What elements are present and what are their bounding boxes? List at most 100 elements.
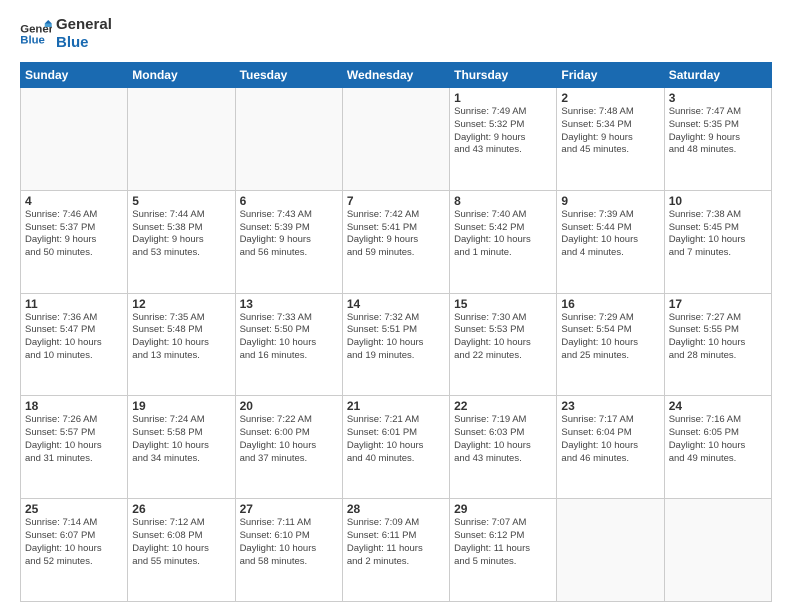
- calendar-cell: 15Sunrise: 7:30 AM Sunset: 5:53 PM Dayli…: [450, 293, 557, 396]
- day-info: Sunrise: 7:17 AM Sunset: 6:04 PM Dayligh…: [561, 414, 659, 465]
- day-number: 20: [240, 399, 338, 413]
- day-number: 3: [669, 91, 767, 105]
- calendar-week-row: 18Sunrise: 7:26 AM Sunset: 5:57 PM Dayli…: [21, 396, 772, 499]
- day-number: 15: [454, 297, 552, 311]
- calendar-cell: 3Sunrise: 7:47 AM Sunset: 5:35 PM Daylig…: [664, 88, 771, 191]
- day-number: 21: [347, 399, 445, 413]
- day-info: Sunrise: 7:09 AM Sunset: 6:11 PM Dayligh…: [347, 517, 445, 568]
- calendar-cell: [235, 88, 342, 191]
- weekday-header: Monday: [128, 63, 235, 88]
- calendar-cell: 5Sunrise: 7:44 AM Sunset: 5:38 PM Daylig…: [128, 190, 235, 293]
- calendar-cell: 28Sunrise: 7:09 AM Sunset: 6:11 PM Dayli…: [342, 499, 449, 602]
- calendar-cell: 10Sunrise: 7:38 AM Sunset: 5:45 PM Dayli…: [664, 190, 771, 293]
- day-number: 14: [347, 297, 445, 311]
- day-number: 11: [25, 297, 123, 311]
- day-number: 26: [132, 502, 230, 516]
- day-info: Sunrise: 7:38 AM Sunset: 5:45 PM Dayligh…: [669, 209, 767, 260]
- day-info: Sunrise: 7:22 AM Sunset: 6:00 PM Dayligh…: [240, 414, 338, 465]
- day-number: 8: [454, 194, 552, 208]
- calendar-cell: [21, 88, 128, 191]
- day-info: Sunrise: 7:43 AM Sunset: 5:39 PM Dayligh…: [240, 209, 338, 260]
- day-info: Sunrise: 7:36 AM Sunset: 5:47 PM Dayligh…: [25, 312, 123, 363]
- day-info: Sunrise: 7:48 AM Sunset: 5:34 PM Dayligh…: [561, 106, 659, 157]
- calendar-cell: [128, 88, 235, 191]
- weekday-header: Friday: [557, 63, 664, 88]
- day-number: 2: [561, 91, 659, 105]
- calendar-week-row: 25Sunrise: 7:14 AM Sunset: 6:07 PM Dayli…: [21, 499, 772, 602]
- day-info: Sunrise: 7:32 AM Sunset: 5:51 PM Dayligh…: [347, 312, 445, 363]
- calendar-cell: 25Sunrise: 7:14 AM Sunset: 6:07 PM Dayli…: [21, 499, 128, 602]
- calendar-cell: 14Sunrise: 7:32 AM Sunset: 5:51 PM Dayli…: [342, 293, 449, 396]
- day-number: 7: [347, 194, 445, 208]
- day-info: Sunrise: 7:40 AM Sunset: 5:42 PM Dayligh…: [454, 209, 552, 260]
- day-info: Sunrise: 7:24 AM Sunset: 5:58 PM Dayligh…: [132, 414, 230, 465]
- day-info: Sunrise: 7:11 AM Sunset: 6:10 PM Dayligh…: [240, 517, 338, 568]
- day-info: Sunrise: 7:21 AM Sunset: 6:01 PM Dayligh…: [347, 414, 445, 465]
- day-info: Sunrise: 7:30 AM Sunset: 5:53 PM Dayligh…: [454, 312, 552, 363]
- weekday-header: Thursday: [450, 63, 557, 88]
- day-number: 29: [454, 502, 552, 516]
- calendar-cell: 1Sunrise: 7:49 AM Sunset: 5:32 PM Daylig…: [450, 88, 557, 191]
- day-info: Sunrise: 7:35 AM Sunset: 5:48 PM Dayligh…: [132, 312, 230, 363]
- day-number: 17: [669, 297, 767, 311]
- calendar-cell: 19Sunrise: 7:24 AM Sunset: 5:58 PM Dayli…: [128, 396, 235, 499]
- day-info: Sunrise: 7:33 AM Sunset: 5:50 PM Dayligh…: [240, 312, 338, 363]
- weekday-header: Saturday: [664, 63, 771, 88]
- day-number: 27: [240, 502, 338, 516]
- calendar-cell: [557, 499, 664, 602]
- day-info: Sunrise: 7:16 AM Sunset: 6:05 PM Dayligh…: [669, 414, 767, 465]
- day-number: 28: [347, 502, 445, 516]
- day-info: Sunrise: 7:44 AM Sunset: 5:38 PM Dayligh…: [132, 209, 230, 260]
- calendar-cell: 27Sunrise: 7:11 AM Sunset: 6:10 PM Dayli…: [235, 499, 342, 602]
- day-info: Sunrise: 7:29 AM Sunset: 5:54 PM Dayligh…: [561, 312, 659, 363]
- calendar-week-row: 11Sunrise: 7:36 AM Sunset: 5:47 PM Dayli…: [21, 293, 772, 396]
- weekday-header: Sunday: [21, 63, 128, 88]
- day-number: 6: [240, 194, 338, 208]
- day-number: 24: [669, 399, 767, 413]
- calendar-cell: 13Sunrise: 7:33 AM Sunset: 5:50 PM Dayli…: [235, 293, 342, 396]
- day-info: Sunrise: 7:07 AM Sunset: 6:12 PM Dayligh…: [454, 517, 552, 568]
- day-number: 23: [561, 399, 659, 413]
- day-number: 12: [132, 297, 230, 311]
- day-number: 25: [25, 502, 123, 516]
- day-info: Sunrise: 7:12 AM Sunset: 6:08 PM Dayligh…: [132, 517, 230, 568]
- calendar-cell: 7Sunrise: 7:42 AM Sunset: 5:41 PM Daylig…: [342, 190, 449, 293]
- day-number: 4: [25, 194, 123, 208]
- day-info: Sunrise: 7:47 AM Sunset: 5:35 PM Dayligh…: [669, 106, 767, 157]
- weekday-header: Tuesday: [235, 63, 342, 88]
- calendar-cell: 2Sunrise: 7:48 AM Sunset: 5:34 PM Daylig…: [557, 88, 664, 191]
- day-info: Sunrise: 7:26 AM Sunset: 5:57 PM Dayligh…: [25, 414, 123, 465]
- page: General Blue General Blue SundayMondayTu…: [0, 0, 792, 612]
- calendar-cell: 20Sunrise: 7:22 AM Sunset: 6:00 PM Dayli…: [235, 396, 342, 499]
- calendar-cell: 26Sunrise: 7:12 AM Sunset: 6:08 PM Dayli…: [128, 499, 235, 602]
- calendar-cell: 16Sunrise: 7:29 AM Sunset: 5:54 PM Dayli…: [557, 293, 664, 396]
- logo-blue: Blue: [56, 34, 112, 52]
- svg-text:Blue: Blue: [20, 35, 45, 47]
- day-number: 16: [561, 297, 659, 311]
- calendar-cell: 18Sunrise: 7:26 AM Sunset: 5:57 PM Dayli…: [21, 396, 128, 499]
- calendar-cell: 21Sunrise: 7:21 AM Sunset: 6:01 PM Dayli…: [342, 396, 449, 499]
- day-number: 19: [132, 399, 230, 413]
- calendar-cell: 9Sunrise: 7:39 AM Sunset: 5:44 PM Daylig…: [557, 190, 664, 293]
- day-info: Sunrise: 7:39 AM Sunset: 5:44 PM Dayligh…: [561, 209, 659, 260]
- calendar-cell: 29Sunrise: 7:07 AM Sunset: 6:12 PM Dayli…: [450, 499, 557, 602]
- calendar-cell: [664, 499, 771, 602]
- calendar-cell: 23Sunrise: 7:17 AM Sunset: 6:04 PM Dayli…: [557, 396, 664, 499]
- calendar-cell: 8Sunrise: 7:40 AM Sunset: 5:42 PM Daylig…: [450, 190, 557, 293]
- calendar-table: SundayMondayTuesdayWednesdayThursdayFrid…: [20, 62, 772, 602]
- header: General Blue General Blue: [20, 16, 772, 52]
- calendar-cell: 22Sunrise: 7:19 AM Sunset: 6:03 PM Dayli…: [450, 396, 557, 499]
- calendar-cell: [342, 88, 449, 191]
- day-number: 13: [240, 297, 338, 311]
- day-info: Sunrise: 7:19 AM Sunset: 6:03 PM Dayligh…: [454, 414, 552, 465]
- day-number: 1: [454, 91, 552, 105]
- logo: General Blue General Blue: [20, 16, 112, 52]
- calendar-header-row: SundayMondayTuesdayWednesdayThursdayFrid…: [21, 63, 772, 88]
- day-number: 10: [669, 194, 767, 208]
- logo-general: General: [56, 16, 112, 34]
- weekday-header: Wednesday: [342, 63, 449, 88]
- calendar-week-row: 1Sunrise: 7:49 AM Sunset: 5:32 PM Daylig…: [21, 88, 772, 191]
- calendar-week-row: 4Sunrise: 7:46 AM Sunset: 5:37 PM Daylig…: [21, 190, 772, 293]
- day-number: 5: [132, 194, 230, 208]
- calendar-cell: 6Sunrise: 7:43 AM Sunset: 5:39 PM Daylig…: [235, 190, 342, 293]
